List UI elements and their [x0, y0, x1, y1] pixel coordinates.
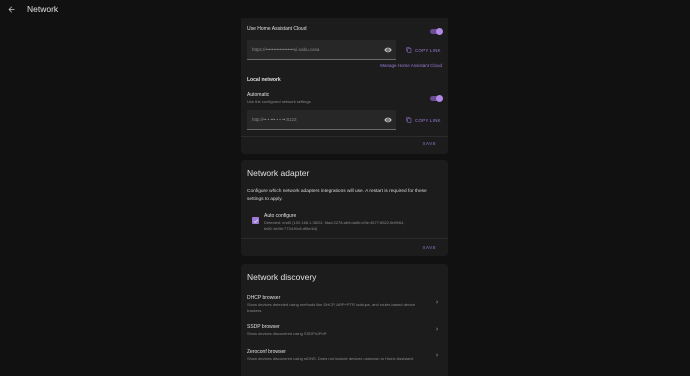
local-network-heading: Local network	[247, 77, 281, 83]
copy-icon	[406, 117, 412, 123]
back-button[interactable]	[1, 0, 21, 18]
local-copy-link-button[interactable]: COPY LINK	[406, 117, 441, 123]
chevron-right-icon	[436, 353, 438, 357]
card-divider	[241, 238, 448, 239]
network-adapter-card: Network adapter Configure which network …	[241, 160, 448, 256]
discovery-item-title: SSDP browser	[247, 324, 280, 330]
eye-icon[interactable]	[384, 116, 392, 124]
chevron-right-icon	[436, 300, 438, 304]
local-url-field[interactable]: http://•• • ••• • • ••:8123	[247, 110, 396, 130]
cloud-url-value: https://••••••••••••••••••ui.nabu.casa	[252, 47, 320, 52]
cloud-toggle-row: Use Home Assistant Cloud	[247, 26, 442, 32]
arrow-left-icon	[8, 6, 14, 12]
auto-configure-label: Auto configure	[264, 213, 297, 219]
local-auto-label: Automatic	[247, 92, 270, 98]
discovery-item-sub: Show devices discovered using SSDP/UPnP.	[247, 331, 327, 336]
local-copy-link-label: COPY LINK	[415, 117, 441, 123]
adapter-save-button[interactable]: SAVE	[422, 245, 436, 250]
card-divider	[241, 136, 448, 137]
top-app-bar: Network	[0, 0, 690, 18]
network-adapter-title: Network adapter	[247, 168, 310, 178]
eye-icon[interactable]	[384, 46, 392, 54]
discovery-item-sub: Show devices discovered using mDNS. Does…	[247, 356, 414, 361]
discovery-item-title: DHCP browser	[247, 295, 281, 301]
local-url-value: http://•• • ••• • • ••:8123	[252, 117, 297, 122]
network-discovery-title: Network discovery	[247, 272, 317, 282]
local-auto-sub: Use the configured network settings	[247, 99, 311, 104]
copy-icon	[406, 47, 412, 53]
discovery-item-sub: Show devices detected using methods like…	[247, 302, 416, 313]
network-adapter-description: Configure which network adapters integra…	[247, 189, 427, 202]
local-network-heading-row: Local network	[247, 77, 442, 83]
cloud-toggle-label: Use Home Assistant Cloud	[247, 26, 307, 32]
local-auto-row: Automatic	[247, 92, 442, 98]
local-auto-sub-row: Use the configured network settings	[247, 99, 442, 104]
cloud-toggle[interactable]	[430, 27, 443, 35]
cloud-url-field[interactable]: https://••••••••••••••••••ui.nabu.casa	[247, 40, 396, 60]
manage-cloud-link[interactable]: Manage Home Assistant Cloud	[380, 63, 442, 68]
chevron-right-icon	[436, 327, 438, 331]
auto-configure-checkbox[interactable]	[252, 217, 259, 224]
local-auto-toggle[interactable]	[430, 94, 443, 102]
cloud-copy-link-label: COPY LINK	[415, 47, 441, 53]
checkmark-icon	[253, 218, 258, 223]
url-save-button[interactable]: SAVE	[422, 141, 436, 146]
network-discovery-card: Network discovery DHCP browser Show devi…	[241, 264, 448, 376]
auto-configure-detected: Detected: end0 (192.168.1.38/24, fdad:22…	[264, 220, 405, 231]
page-title: Network	[27, 4, 59, 14]
url-settings-card: Use Home Assistant Cloud https://•••••••…	[241, 18, 448, 154]
discovery-item-title: Zeroconf browser	[247, 349, 286, 355]
cloud-copy-link-button[interactable]: COPY LINK	[406, 47, 441, 53]
